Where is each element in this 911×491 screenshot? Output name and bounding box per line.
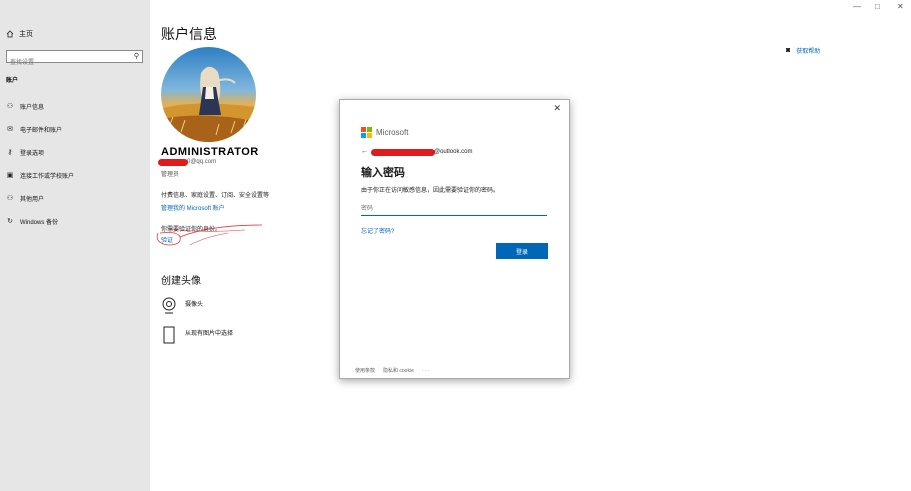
mail-icon: ✉ <box>7 126 13 133</box>
more-options-button[interactable]: . . . <box>422 367 429 374</box>
account-email-text: 0@qq.com <box>187 159 217 165</box>
section-label: 账户 <box>6 78 19 84</box>
sidebar-item-windows-backup[interactable]: ↻ Windows 备份 <box>6 215 58 227</box>
microsoft-logo-icon <box>361 127 372 138</box>
minimize-button[interactable]: — <box>853 2 861 12</box>
sidebar-item-account-info[interactable]: ⚇ 账户信息 <box>6 100 44 112</box>
sidebar: 主页 ⚲ 账户 ⚇ 账户信息 ✉ 电子邮件和账户 ⚷ 登录选项 ▣ 连接工作或学… <box>0 0 150 491</box>
maximize-button[interactable]: □ <box>875 2 880 12</box>
back-arrow-icon[interactable]: ← <box>361 148 368 155</box>
camera-option[interactable]: 摄像头 <box>161 297 203 315</box>
sidebar-item-signin-options[interactable]: ⚷ 登录选项 <box>6 146 44 158</box>
avatar <box>161 47 256 142</box>
home-icon <box>6 30 14 38</box>
sync-icon: ↻ <box>7 218 13 225</box>
sidebar-item-label: 账户信息 <box>20 104 45 111</box>
get-help-label: 获取帮助 <box>796 49 821 55</box>
billing-text: 付费信息、家庭设置、订阅、安全设置等 <box>161 193 270 199</box>
camera-option-label: 摄像头 <box>185 302 204 308</box>
dialog-email-text: @outlook.com <box>434 149 473 155</box>
account-role: 管理员 <box>161 172 180 178</box>
help-chat-icon: ◙ <box>786 47 791 54</box>
browse-picture-label: 从现有图片中选择 <box>185 331 234 337</box>
briefcase-icon: ▣ <box>6 172 14 179</box>
red-scribble-annotation <box>156 224 263 246</box>
person-icon: ⚇ <box>6 103 14 110</box>
sidebar-item-label: Windows 备份 <box>20 219 59 226</box>
camera-icon <box>162 297 176 314</box>
search-box: ⚲ <box>6 50 143 69</box>
sidebar-item-work-school[interactable]: ▣ 连接工作或学校账户 <box>6 169 74 181</box>
get-help-link[interactable]: ◙ 获取帮助 <box>786 46 820 55</box>
manage-account-link[interactable]: 管理我的 Microsoft 账户 <box>161 203 225 212</box>
close-window-button[interactable]: ✕ <box>897 2 904 12</box>
search-input[interactable] <box>7 57 127 69</box>
sidebar-item-label: 登录选项 <box>20 150 45 157</box>
sidebar-item-label: 主页 <box>19 31 33 38</box>
sidebar-item-label: 其他用户 <box>20 196 45 203</box>
microsoft-brand-text: Microsoft <box>376 128 409 137</box>
privacy-link[interactable]: 隐私和 cookie <box>383 367 414 374</box>
dialog-email: ← @outlook.com <box>361 148 521 158</box>
sidebar-item-label: 电子邮件和账户 <box>20 127 63 134</box>
dialog-description: 由于你正在访问敏感信息，因此需要验证你的密码。 <box>361 188 500 194</box>
forgot-password-link[interactable]: 忘记了密码? <box>361 226 394 235</box>
create-avatar-title: 创建头像 <box>161 276 201 287</box>
dialog-title: 输入密码 <box>361 167 405 179</box>
password-dialog: ✕ Microsoft ← @outlook.com 输入密码 由于你正在访问敏… <box>339 99 570 379</box>
microsoft-logo: Microsoft <box>361 127 408 138</box>
add-person-icon: ⚇ <box>6 195 14 202</box>
browse-picture-option[interactable]: 从现有图片中选择 <box>161 326 233 344</box>
file-icon <box>163 326 175 344</box>
sidebar-item-other-users[interactable]: ⚇ 其他用户 <box>6 192 44 204</box>
account-username: ADMINISTRATOR <box>161 146 259 158</box>
account-email: 0@qq.com <box>158 158 258 168</box>
sidebar-item-home[interactable]: 主页 <box>6 29 33 39</box>
terms-link[interactable]: 使用条款 <box>355 367 375 374</box>
redaction-mark <box>371 149 435 156</box>
password-field[interactable] <box>361 202 547 216</box>
key-icon: ⚷ <box>7 149 13 156</box>
search-icon[interactable]: ⚲ <box>134 52 139 60</box>
sidebar-item-email[interactable]: ✉ 电子邮件和账户 <box>6 123 62 135</box>
dialog-footer: 使用条款 隐私和 cookie . . . <box>355 367 429 374</box>
dialog-close-button[interactable]: ✕ <box>553 103 561 114</box>
signin-button[interactable]: 登录 <box>496 243 548 259</box>
page-title: 账户信息 <box>161 26 217 42</box>
sidebar-item-label: 连接工作或学校账户 <box>20 173 75 180</box>
redaction-mark <box>158 159 188 166</box>
